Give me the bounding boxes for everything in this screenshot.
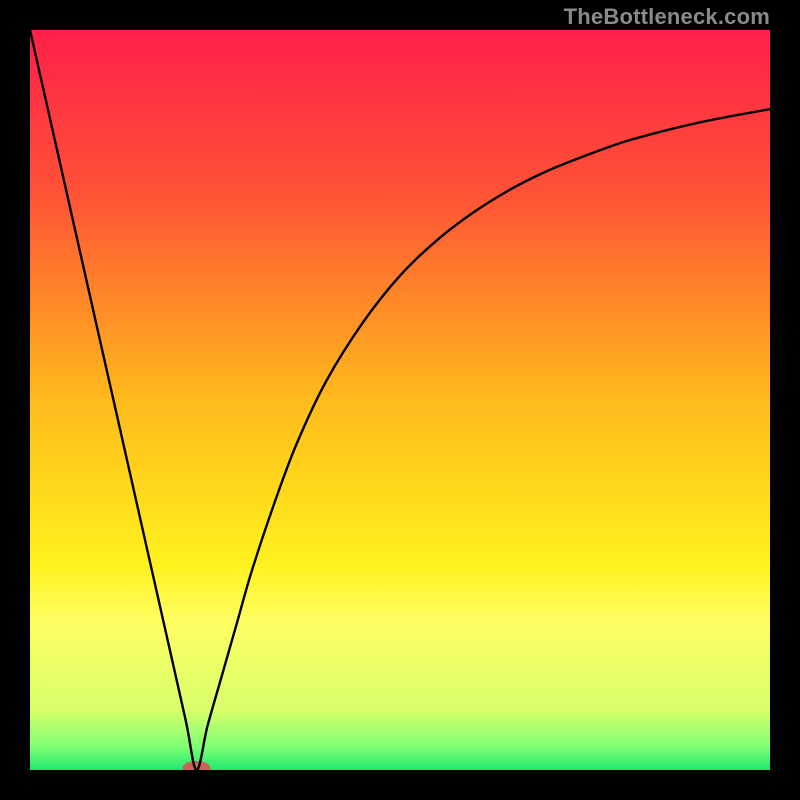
chart-container: TheBottleneck.com xyxy=(0,0,800,800)
chart-svg xyxy=(30,30,770,770)
attribution-text: TheBottleneck.com xyxy=(564,4,770,30)
gradient-background xyxy=(30,30,770,770)
plot-area xyxy=(30,30,770,770)
